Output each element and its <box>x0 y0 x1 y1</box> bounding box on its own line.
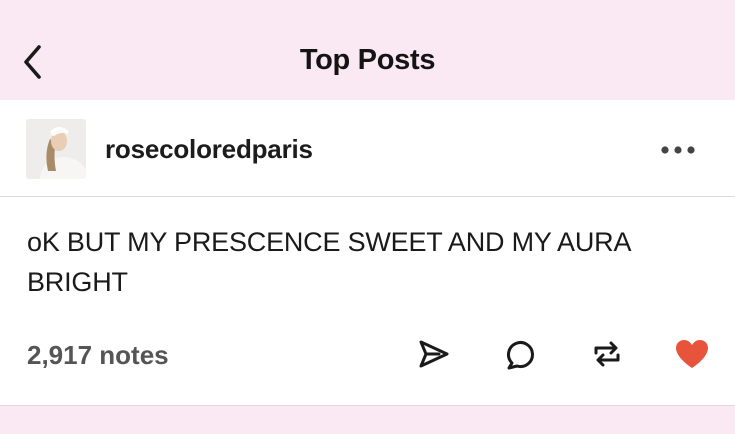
post-body-text: oK BUT MY PRESCENCE SWEET AND MY AURA BR… <box>27 227 630 297</box>
avatar[interactable] <box>26 119 86 179</box>
reply-button[interactable] <box>501 334 541 374</box>
more-options-button[interactable] <box>656 136 700 164</box>
notes-count[interactable]: 2,917 notes <box>27 340 169 371</box>
post-card: rosecoloredparis oK BUT MY PRESCENCE SWE… <box>0 100 735 405</box>
share-button[interactable] <box>414 334 454 374</box>
like-icon <box>676 340 708 368</box>
top-bar: Top Posts <box>0 0 735 100</box>
reblog-button[interactable] <box>587 334 627 374</box>
user-avatar-photo <box>26 119 86 179</box>
page-title: Top Posts <box>299 44 436 76</box>
more-horizontal-icon <box>661 146 695 154</box>
username-link[interactable]: rosecoloredparis <box>105 134 313 165</box>
reply-icon <box>507 341 534 370</box>
next-post-edge <box>0 405 735 434</box>
share-icon <box>419 340 449 368</box>
post-header: rosecoloredparis <box>0 100 735 197</box>
reblog-icon <box>594 341 620 367</box>
like-button[interactable] <box>672 334 712 374</box>
